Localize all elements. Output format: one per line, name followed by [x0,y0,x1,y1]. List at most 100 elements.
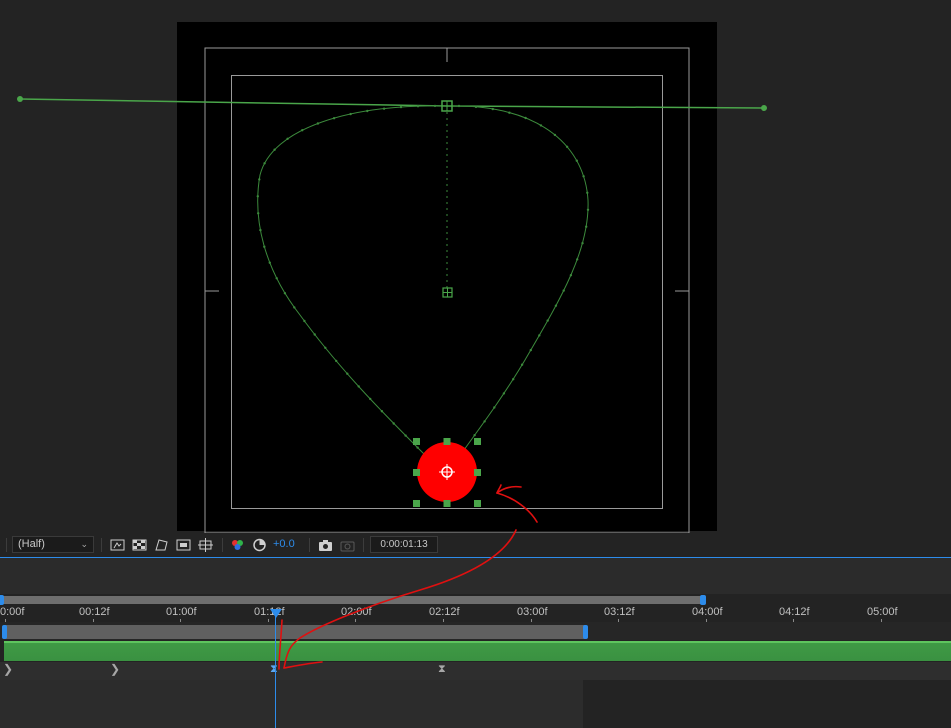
preview-toggle-icon[interactable] [110,538,125,552]
motion-path-dot [283,292,287,295]
motion-path-dot [256,195,259,198]
current-time-indicator-head[interactable] [270,609,282,618]
motion-path-dot [416,446,419,449]
motion-path-dot [332,117,336,120]
current-time-display[interactable]: 0:00:01:13 [370,536,438,553]
motion-path-dot [575,159,578,162]
motion-path-dot [562,289,565,292]
motion-path-dot [473,434,476,437]
motion-path-dot [539,124,543,127]
ruler-tick-label: 02:00f [341,606,372,618]
work-area-bar[interactable] [0,595,706,605]
motion-path-dot [529,348,532,352]
keyframe-start-icon[interactable]: ❯ [3,662,13,676]
motion-path-dot [382,107,386,110]
motion-path-dot [301,129,304,132]
ruler-tick-label: 01:00f [166,606,197,618]
keyframe-row[interactable]: ❯ ❯ ⧗ ⧗ [0,662,951,680]
motion-path-dot [512,378,515,381]
motion-path-dot [293,306,296,309]
composition-viewer[interactable] [0,0,951,533]
motion-path-dot [273,148,276,151]
motion-path-dot [335,359,338,363]
motion-path-dot [553,133,557,137]
layer-row[interactable] [0,622,951,640]
resolution-dropdown[interactable]: (Half) ⌄ [12,536,94,553]
motion-path-dot [366,109,369,113]
property-area [0,680,583,728]
ruler-tick-label: 00:12f [79,606,110,618]
composition-canvas[interactable] [0,0,951,533]
ruler-tick-label: 0:00f [0,606,25,618]
layer-in-point-handle[interactable] [2,625,7,639]
motion-path-dot [263,162,266,165]
motion-path-dot [493,406,496,409]
motion-path-dot [268,261,271,264]
motion-path-dot [258,178,261,181]
timeline-header [0,558,951,594]
motion-path-dot [259,228,262,232]
region-of-interest-icon[interactable] [176,538,191,552]
layer-duration-bar[interactable] [2,625,588,639]
motion-path-dot [433,104,437,108]
ruler-tick-label: 04:12f [779,606,810,618]
keyframe-hourglass-icon[interactable]: ⧗ [270,663,278,676]
viewer-toolbar: (Half) ⌄ +0.0 0:00:01:13 [0,533,951,558]
motion-path-dot [369,397,372,401]
motion-path-dot [576,258,579,261]
show-snapshot-icon[interactable] [340,538,355,552]
exposure-value[interactable]: +0.0 [273,538,295,550]
motion-path-dot [502,392,506,395]
motion-path-dot [546,319,549,322]
motion-path-dot [538,334,541,337]
motion-path-dot [263,245,266,248]
motion-path-dot [520,363,524,366]
motion-path-dot [565,145,569,148]
bezier-handle-point-right[interactable] [761,105,767,111]
motion-path-dot [275,277,278,280]
motion-path-dot [257,212,260,215]
channel-rgb-icon[interactable] [230,538,245,552]
motion-path-dot [508,111,511,114]
current-time-indicator-line[interactable] [275,610,276,728]
reset-exposure-icon[interactable] [252,538,267,552]
keyframe-end-icon[interactable]: ⧗ [438,663,446,676]
motion-path-dot [474,105,478,109]
motion-path-dot [491,107,494,111]
guides-icon[interactable] [198,538,213,552]
motion-path-dot [324,346,327,349]
motion-path-dot [286,137,289,140]
motion-path-dot [586,208,590,211]
timeline-panel[interactable]: 0:00f 00:12f 01:00f 01:12f 02:00f 02:12f 03:00… [0,558,951,728]
ruler-tick-label: 03:12f [604,606,635,618]
bezier-handle-point-left[interactable] [17,96,23,102]
motion-path-dot [416,105,420,108]
ruler-tick-label: 03:00f [517,606,548,618]
mask-visibility-icon[interactable] [154,538,169,552]
motion-path-dot [316,122,320,125]
motion-path-dot [380,410,384,413]
motion-path-dot [404,434,407,437]
motion-path-dot [585,225,588,228]
ruler-tick-label: 02:12f [429,606,460,618]
motion-path-dot [392,422,395,425]
motion-path-dot [346,372,349,375]
motion-path-dot [303,319,306,323]
motion-path-dot [399,105,403,109]
motion-path-dot [569,274,573,277]
motion-path-dot [357,385,360,388]
resolution-value: (Half) [18,538,45,550]
transparency-grid-icon[interactable] [132,538,147,552]
motion-path-dot [457,104,461,108]
layer-track-bar[interactable] [4,641,951,661]
snapshot-icon[interactable] [318,538,333,552]
layer-out-point-handle[interactable] [583,625,588,639]
ruler-tick-label: 05:00f [867,606,898,618]
motion-path-dot [582,175,585,178]
motion-path-dot [349,112,352,116]
motion-path-dot [581,242,584,245]
motion-path-dot [524,116,527,120]
keyframe-next-icon[interactable]: ❯ [110,662,120,676]
motion-path-dot [313,333,316,336]
chevron-down-icon: ⌄ [80,539,88,549]
